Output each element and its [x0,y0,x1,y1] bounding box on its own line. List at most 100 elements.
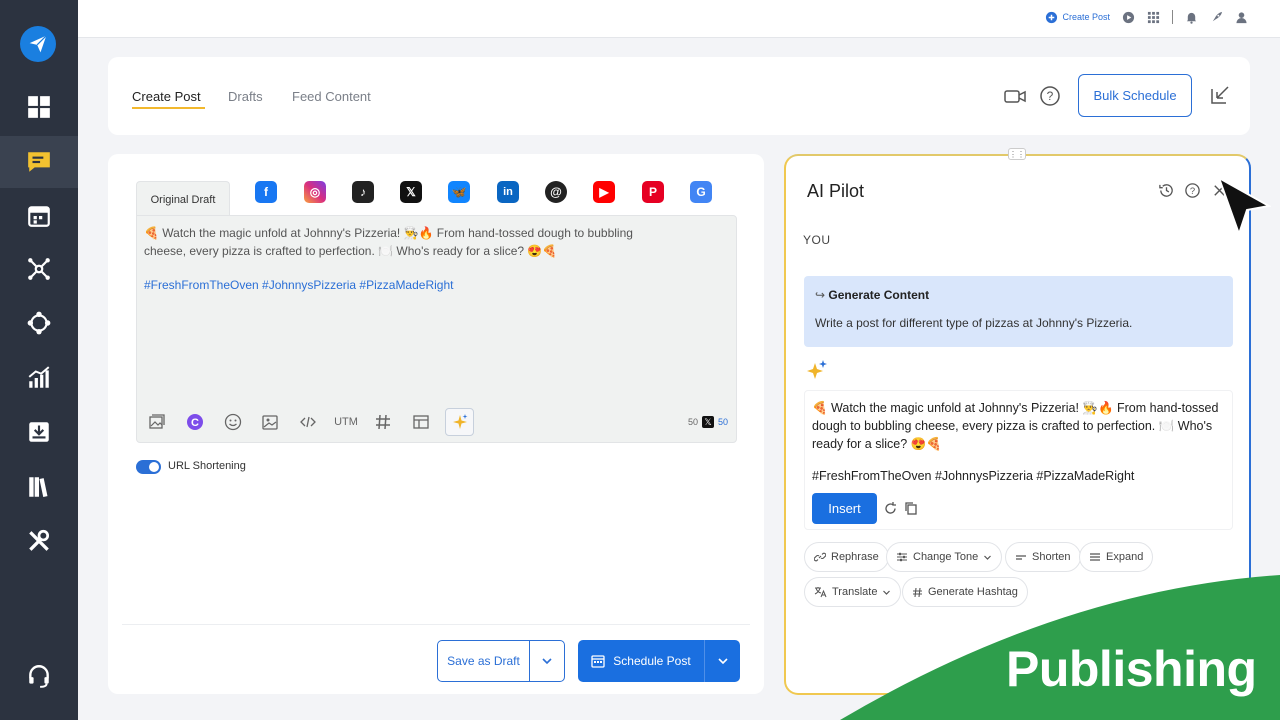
editor-card: Original Draft f ◎ ♪ 𝕏 🦋 in @ ▶ P G 🍕 Wa… [108,154,764,694]
youtube-icon[interactable]: ▶ [593,181,615,203]
save-draft-dropdown[interactable] [530,641,564,681]
apps-grid-icon[interactable] [1147,11,1160,24]
canva-icon[interactable]: C [185,412,205,432]
user-icon[interactable] [1235,11,1248,24]
minimize-icon[interactable] [1209,84,1231,106]
x-twitter-icon[interactable]: 𝕏 [400,181,422,203]
you-label: YOU [803,233,831,247]
tiktok-icon[interactable]: ♪ [352,181,374,203]
play-icon[interactable] [1122,11,1135,24]
facebook-icon[interactable]: f [255,181,277,203]
analytics-icon [28,366,50,388]
nav-library[interactable] [0,461,78,513]
character-counts: 50 𝕏 50 [688,416,728,428]
app-logo[interactable] [20,26,56,62]
linkedin-icon[interactable]: in [497,181,519,203]
top-create-post-button[interactable]: Create Post [1045,11,1110,24]
generate-hashtag-chip[interactable]: Generate Hashtag [902,577,1028,607]
plus-circle-icon [1046,11,1058,23]
schedule-post-button[interactable]: Schedule Post [578,640,705,682]
svg-text:?: ? [1047,89,1054,103]
translate-icon [814,587,827,598]
media-gallery-icon[interactable] [147,412,167,432]
insert-button[interactable]: Insert [812,493,877,524]
hashtag-icon [913,587,922,597]
tab-feed-content[interactable]: Feed Content [292,89,371,104]
tab-active-underline [132,107,205,109]
rocket-icon[interactable] [1210,11,1223,24]
change-tone-chip[interactable]: Change Tone [886,542,1003,572]
post-editor-hashtags: #FreshFromTheOven #JohnnysPizzeria #Pizz… [144,278,454,292]
help-icon[interactable]: ? [1184,182,1201,199]
save-as-draft-button-group: Save as Draft [437,640,565,682]
shorten-icon [1016,555,1026,560]
engage-icon [27,311,51,335]
svg-text:?: ? [1190,186,1195,197]
tools-icon [29,529,50,551]
translate-chip[interactable]: Translate [804,577,902,607]
hashtag-icon[interactable] [373,412,393,432]
shorten-label: Shorten [1032,551,1071,563]
nav-network[interactable] [0,243,78,295]
save-as-draft-button[interactable]: Save as Draft [438,641,530,681]
help-icon[interactable]: ? [1039,85,1061,107]
chevron-down-icon [883,590,891,595]
tab-drafts[interactable]: Drafts [228,89,263,104]
headset-icon [29,665,49,688]
top-bar: Create Post [78,0,1280,38]
copy-icon[interactable] [904,501,919,516]
code-icon[interactable] [298,412,318,432]
panel-drag-handle[interactable]: ⋮⋮ [1008,148,1026,160]
svg-text:C: C [191,417,199,429]
sliders-icon [897,552,907,562]
tab-create-post[interactable]: Create Post [132,89,201,104]
pinterest-icon[interactable]: P [642,181,664,203]
nav-analytics[interactable] [0,352,78,404]
nav-support[interactable] [0,650,78,702]
tabs-card: Create Post Drafts Feed Content ? Bulk S… [108,57,1250,135]
footer-divider [122,624,750,625]
bluesky-icon[interactable]: 🦋 [448,181,470,203]
prompt-title: ↪ Generate Content [815,288,929,302]
nav-calendar[interactable] [0,190,78,242]
video-camera-icon[interactable] [1004,85,1026,107]
nav-engage[interactable] [0,297,78,349]
publish-icon [28,152,50,172]
schedule-post-dropdown[interactable] [705,640,740,682]
utm-button[interactable]: UTM [333,412,359,432]
nav-inbox[interactable] [0,406,78,458]
expand-chip[interactable]: Expand [1079,542,1154,572]
template-icon[interactable] [411,412,431,432]
image-upload-icon[interactable] [260,412,280,432]
emoji-icon[interactable] [223,412,243,432]
dashboard-icon [28,96,50,118]
prompt-title-label: Generate Content [828,288,930,302]
top-create-post-label: Create Post [1062,12,1110,22]
rephrase-chip[interactable]: Rephrase [804,542,889,572]
nav-tools[interactable] [0,515,78,567]
chevron-down-icon [984,555,992,560]
instagram-icon[interactable]: ◎ [304,181,326,203]
ai-result-hashtags: #FreshFromTheOven #JohnnysPizzeria #Pizz… [812,469,1135,483]
x-count-icon: 𝕏 [701,416,714,428]
post-editor-text: 🍕 Watch the magic unfold at Johnny's Piz… [144,226,633,258]
ai-assist-button[interactable] [445,408,474,436]
threads-icon[interactable]: @ [545,181,567,203]
url-shortening-toggle[interactable] [136,460,161,474]
original-draft-tab[interactable]: Original Draft [136,181,230,217]
url-shortening-label: URL Shortening [168,460,246,472]
nav-dashboard[interactable] [0,81,78,133]
inbox-icon [29,422,49,442]
prompt-text: Write a post for different type of pizza… [815,316,1133,330]
ai-pilot-panel: AI Pilot ? YOU ↪ Generate Content Write … [784,154,1251,695]
bulk-schedule-button[interactable]: Bulk Schedule [1078,74,1192,117]
google-business-icon[interactable]: G [690,181,712,203]
history-icon[interactable] [1158,182,1175,199]
nav-publish[interactable] [0,136,78,188]
regenerate-icon[interactable] [883,501,898,516]
ai-sparkle-icon [807,360,827,379]
shorten-chip[interactable]: Shorten [1005,542,1081,572]
post-editor[interactable]: 🍕 Watch the magic unfold at Johnny's Piz… [136,215,737,443]
generate-hashtag-label: Generate Hashtag [928,586,1018,598]
bell-icon[interactable] [1185,11,1198,24]
